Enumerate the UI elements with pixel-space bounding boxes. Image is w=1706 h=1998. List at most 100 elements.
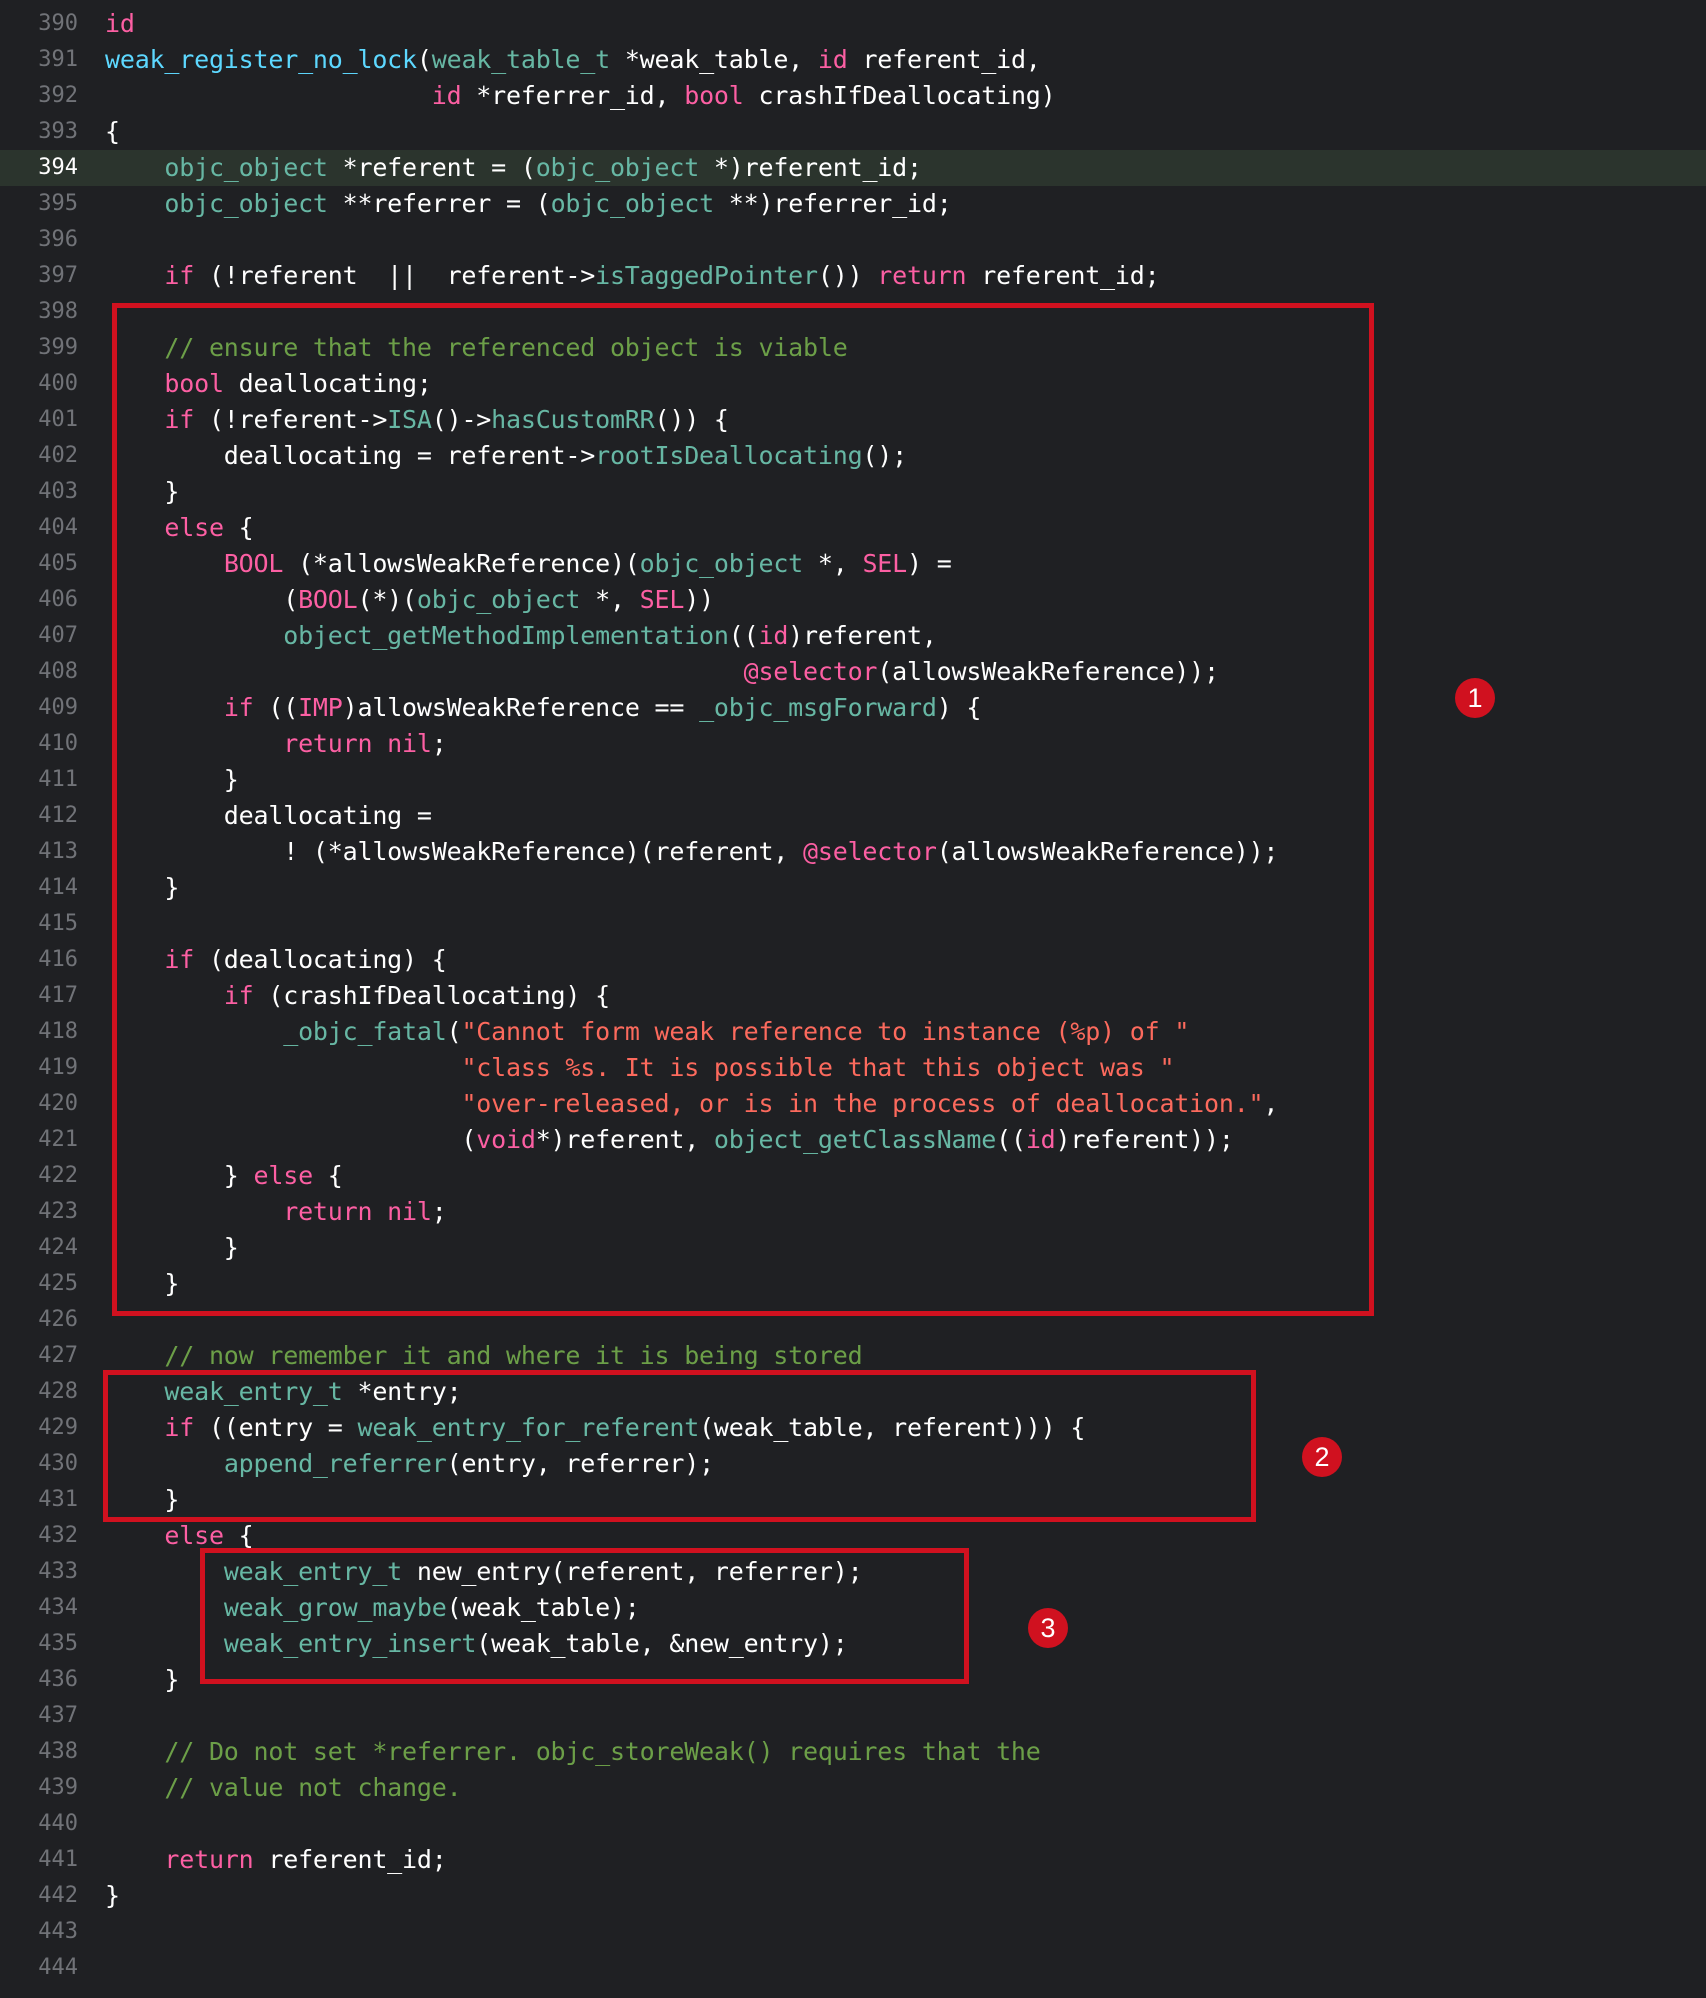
- code-text: // now remember it and where it is being…: [105, 1338, 862, 1374]
- code-text: weak_register_no_lock(weak_table_t *weak…: [105, 42, 1041, 78]
- annotation-box-2: [103, 1370, 1256, 1522]
- code-token: objc_object: [164, 189, 328, 218]
- line-number[interactable]: 412: [0, 798, 78, 834]
- line-number[interactable]: 404: [0, 510, 78, 546]
- line-number[interactable]: 434: [0, 1590, 78, 1626]
- code-line[interactable]: 392 id *referrer_id, bool crashIfDealloc…: [0, 78, 1706, 114]
- line-number[interactable]: 438: [0, 1734, 78, 1770]
- code-token: weak_register_no_lock: [105, 45, 417, 74]
- code-token: isTaggedPointer: [595, 261, 818, 290]
- code-token: (!referent || referent->: [194, 261, 596, 290]
- code-line[interactable]: 443: [0, 1914, 1706, 1950]
- annotation-badge-2: 2: [1302, 1437, 1342, 1477]
- line-number[interactable]: 401: [0, 402, 78, 438]
- code-token: }: [105, 1881, 120, 1910]
- code-line[interactable]: 397 if (!referent || referent->isTaggedP…: [0, 258, 1706, 294]
- line-number[interactable]: 430: [0, 1446, 78, 1482]
- code-editor[interactable]: 390 id 391 weak_register_no_lock(weak_table…: [0, 0, 1706, 1998]
- code-line[interactable]: 396: [0, 222, 1706, 258]
- line-number[interactable]: 407: [0, 618, 78, 654]
- code-token: weak_table_t: [431, 45, 610, 74]
- line-number[interactable]: 408: [0, 654, 78, 690]
- code-token: return: [877, 261, 967, 290]
- line-number[interactable]: 419: [0, 1050, 78, 1086]
- code-token: id: [431, 81, 462, 110]
- line-number[interactable]: 392: [0, 78, 78, 114]
- code-token: objc_object: [535, 153, 700, 182]
- line-number[interactable]: 418: [0, 1014, 78, 1050]
- line-number[interactable]: 413: [0, 834, 78, 870]
- line-number[interactable]: 414: [0, 870, 78, 906]
- code-text: objc_object *referent = (objc_object *)r…: [105, 150, 922, 186]
- code-text: id: [105, 6, 135, 42]
- code-line[interactable]: 437: [0, 1698, 1706, 1734]
- line-number[interactable]: 398: [0, 294, 78, 330]
- line-number[interactable]: 394: [0, 150, 78, 186]
- line-number[interactable]: 417: [0, 978, 78, 1014]
- code-token: referent_id;: [253, 1845, 447, 1874]
- code-line[interactable]: 438 // Do not set *referrer. objc_storeW…: [0, 1734, 1706, 1770]
- line-number[interactable]: 400: [0, 366, 78, 402]
- code-line[interactable]: 442}: [0, 1878, 1706, 1914]
- code-line[interactable]: 444: [0, 1950, 1706, 1986]
- code-line[interactable]: 439 // value not change.: [0, 1770, 1706, 1806]
- line-number[interactable]: 427: [0, 1338, 78, 1374]
- line-number[interactable]: 444: [0, 1950, 78, 1986]
- code-line[interactable]: 427 // now remember it and where it is b…: [0, 1338, 1706, 1374]
- line-number[interactable]: 437: [0, 1698, 78, 1734]
- line-number[interactable]: 409: [0, 690, 78, 726]
- line-number[interactable]: 439: [0, 1770, 78, 1806]
- code-line[interactable]: 393 {: [0, 114, 1706, 150]
- code-token: {: [105, 117, 120, 146]
- line-number[interactable]: 399: [0, 330, 78, 366]
- line-number[interactable]: 397: [0, 258, 78, 294]
- line-number[interactable]: 395: [0, 186, 78, 222]
- line-number[interactable]: 440: [0, 1806, 78, 1842]
- line-number[interactable]: 415: [0, 906, 78, 942]
- annotation-badge-1: 1: [1455, 678, 1495, 718]
- line-number[interactable]: 420: [0, 1086, 78, 1122]
- line-number[interactable]: 432: [0, 1518, 78, 1554]
- line-number[interactable]: 423: [0, 1194, 78, 1230]
- line-number[interactable]: 441: [0, 1842, 78, 1878]
- line-number[interactable]: 402: [0, 438, 78, 474]
- code-line[interactable]: 391 weak_register_no_lock(weak_table_t *w…: [0, 42, 1706, 78]
- line-number[interactable]: 393: [0, 114, 78, 150]
- code-token: else: [164, 1521, 224, 1550]
- line-number[interactable]: 396: [0, 222, 78, 258]
- line-number[interactable]: 405: [0, 546, 78, 582]
- line-number[interactable]: 436: [0, 1662, 78, 1698]
- line-number[interactable]: 406: [0, 582, 78, 618]
- line-number[interactable]: 424: [0, 1230, 78, 1266]
- line-number[interactable]: 411: [0, 762, 78, 798]
- line-number[interactable]: 416: [0, 942, 78, 978]
- line-number[interactable]: 428: [0, 1374, 78, 1410]
- line-number[interactable]: 421: [0, 1122, 78, 1158]
- code-token: id: [105, 9, 135, 38]
- line-number[interactable]: 410: [0, 726, 78, 762]
- line-number[interactable]: 425: [0, 1266, 78, 1302]
- line-number[interactable]: 422: [0, 1158, 78, 1194]
- line-number[interactable]: 390: [0, 6, 78, 42]
- line-number[interactable]: 391: [0, 42, 78, 78]
- code-line[interactable]: 440: [0, 1806, 1706, 1842]
- line-number[interactable]: 435: [0, 1626, 78, 1662]
- code-line[interactable]: 395 objc_object **referrer = (objc_objec…: [0, 186, 1706, 222]
- code-line[interactable]: 441 return referent_id;: [0, 1842, 1706, 1878]
- code-line[interactable]: 394 objc_object *referent = (objc_object…: [0, 150, 1706, 186]
- annotation-box-3: [200, 1548, 969, 1684]
- code-token: return: [164, 1845, 254, 1874]
- code-text: objc_object **referrer = (objc_object **…: [105, 186, 951, 222]
- code-line[interactable]: 390 id: [0, 6, 1706, 42]
- line-number[interactable]: 429: [0, 1410, 78, 1446]
- line-number[interactable]: 403: [0, 474, 78, 510]
- line-number[interactable]: 442: [0, 1878, 78, 1914]
- line-number[interactable]: 426: [0, 1302, 78, 1338]
- line-number[interactable]: 433: [0, 1554, 78, 1590]
- line-number[interactable]: 431: [0, 1482, 78, 1518]
- line-number[interactable]: 443: [0, 1914, 78, 1950]
